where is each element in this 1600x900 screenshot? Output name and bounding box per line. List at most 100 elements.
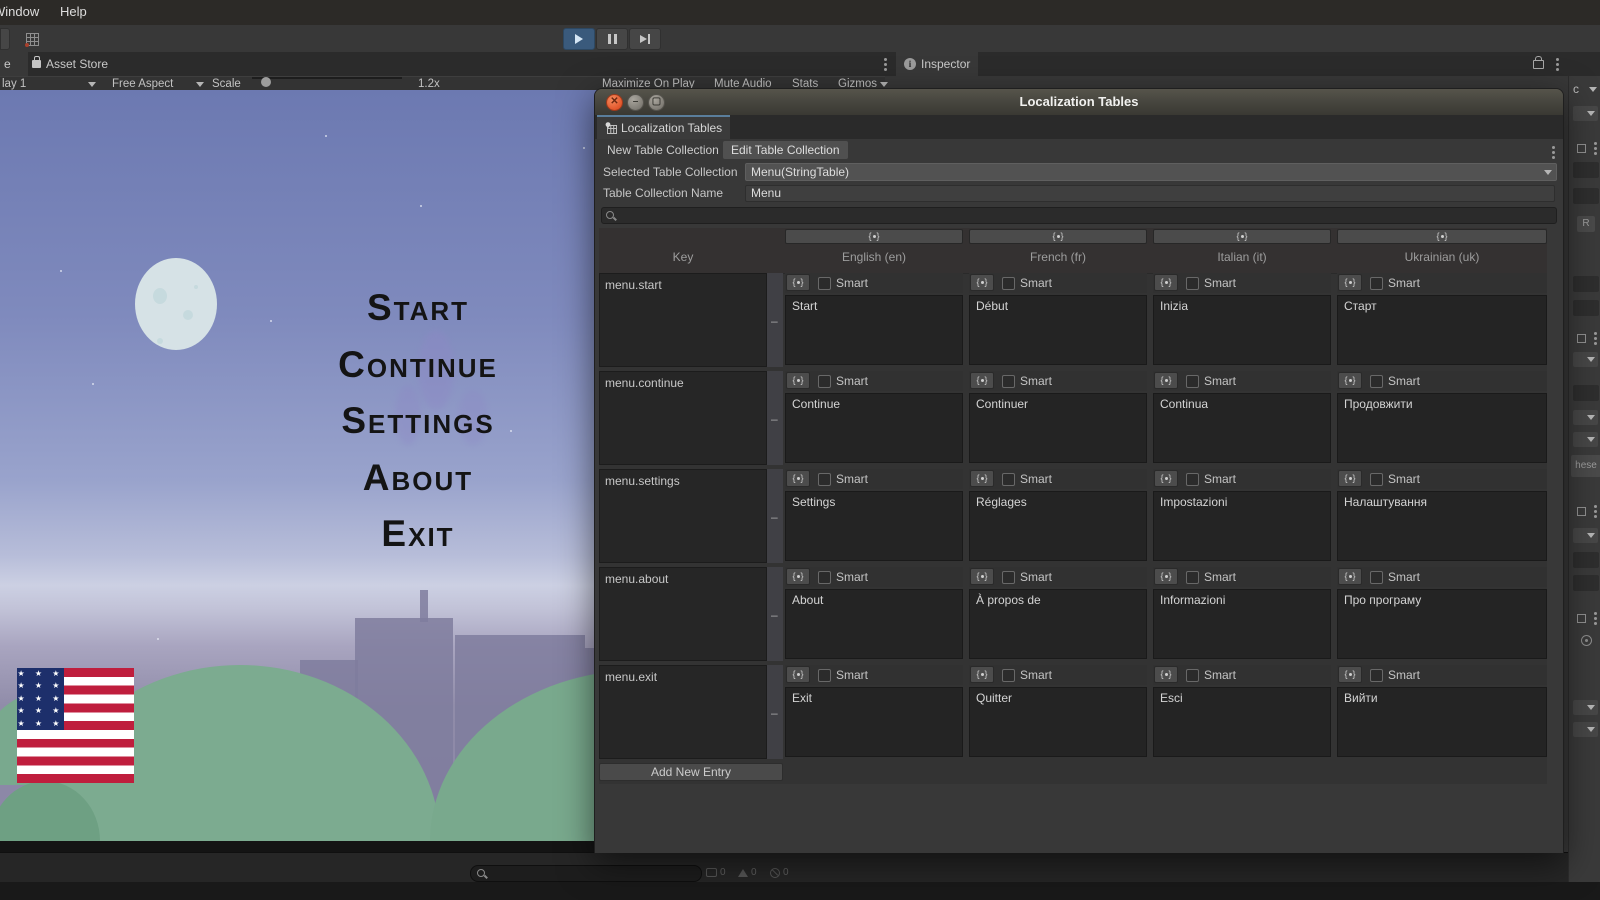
scale-slider-track[interactable] xyxy=(252,77,402,79)
inspector-header-icons[interactable] xyxy=(1577,142,1597,155)
inspector-dropdown[interactable] xyxy=(1573,528,1598,543)
translation-text-input[interactable]: Exit xyxy=(785,687,963,757)
translation-text-input[interactable]: À propos de xyxy=(969,589,1147,659)
translation-text-input[interactable]: Start xyxy=(785,295,963,365)
metadata-button[interactable]: {} xyxy=(1338,470,1362,487)
scale-slider-knob[interactable] xyxy=(261,77,271,87)
metadata-button[interactable]: {} xyxy=(786,372,810,389)
console-log-count[interactable]: 0 xyxy=(706,867,726,878)
inspector-header-icons[interactable] xyxy=(1577,332,1597,345)
smart-checkbox[interactable] xyxy=(1370,669,1383,682)
inspector-field[interactable] xyxy=(1573,276,1599,292)
locale-column-header[interactable]: Ukrainian (uk) xyxy=(1337,250,1547,264)
metadata-button[interactable]: {} xyxy=(970,666,994,683)
inspector-dropdown[interactable] xyxy=(1573,410,1598,425)
inspector-header-icons[interactable] xyxy=(1577,505,1597,518)
metadata-button[interactable]: {} xyxy=(1154,470,1178,487)
key-cell[interactable]: menu.exit xyxy=(599,665,767,759)
translation-text-input[interactable]: Inizia xyxy=(1153,295,1331,365)
add-new-entry-button[interactable]: Add New Entry xyxy=(599,763,783,781)
key-cell[interactable]: menu.about xyxy=(599,567,767,661)
inspector-field[interactable] xyxy=(1573,552,1599,568)
step-button[interactable] xyxy=(629,28,661,50)
metadata-button[interactable]: {} xyxy=(1338,274,1362,291)
inspector-dropdown[interactable] xyxy=(1573,700,1598,715)
selected-collection-dropdown[interactable]: Menu(StringTable) xyxy=(745,163,1557,181)
inspector-field[interactable] xyxy=(1573,575,1599,591)
locale-column-header[interactable]: Italian (it) xyxy=(1153,250,1331,264)
menu-window[interactable]: Window xyxy=(0,4,39,19)
game-menu-item[interactable]: Exit xyxy=(298,506,538,563)
smart-checkbox[interactable] xyxy=(1002,473,1015,486)
translation-text-input[interactable]: Continue xyxy=(785,393,963,463)
inspector-field[interactable] xyxy=(1573,385,1599,401)
game-menu-item[interactable]: Continue xyxy=(298,337,538,394)
metadata-button[interactable]: {} xyxy=(1338,568,1362,585)
key-cell[interactable]: menu.start xyxy=(599,273,767,367)
metadata-button[interactable]: {} xyxy=(1154,372,1178,389)
inspector-field[interactable] xyxy=(1573,300,1599,316)
metadata-button[interactable]: {} xyxy=(1154,568,1178,585)
metadata-button[interactable]: {} xyxy=(970,568,994,585)
inspector-header-icons[interactable] xyxy=(1577,612,1597,625)
smart-checkbox[interactable] xyxy=(818,375,831,388)
key-column-header[interactable]: Key xyxy=(599,250,767,264)
console-error-count[interactable]: 0 xyxy=(770,867,789,878)
metadata-button[interactable]: {} xyxy=(970,470,994,487)
locale-settings-button[interactable]: {} xyxy=(969,229,1147,244)
locale-settings-button[interactable]: {} xyxy=(1153,229,1331,244)
tool-fragment[interactable] xyxy=(0,28,10,50)
smart-checkbox[interactable] xyxy=(818,277,831,290)
key-cell[interactable]: menu.settings xyxy=(599,469,767,563)
remove-entry-button[interactable]: – xyxy=(767,273,783,367)
r-button[interactable]: R xyxy=(1577,216,1595,232)
translation-text-input[interactable]: Вийти xyxy=(1337,687,1547,757)
edit-table-collection-button[interactable]: Edit Table Collection xyxy=(723,141,848,159)
smart-checkbox[interactable] xyxy=(818,571,831,584)
tab-inspector[interactable]: Inspector xyxy=(896,52,978,76)
inspector-dropdown[interactable] xyxy=(1573,722,1598,737)
metadata-button[interactable]: {} xyxy=(786,568,810,585)
remove-entry-button[interactable]: – xyxy=(767,567,783,661)
smart-checkbox[interactable] xyxy=(1002,669,1015,682)
us-flag-graphic[interactable] xyxy=(17,668,134,783)
inspector-field[interactable] xyxy=(1573,162,1599,178)
locale-column-header[interactable]: French (fr) xyxy=(969,250,1147,264)
translation-text-input[interactable]: Quitter xyxy=(969,687,1147,757)
inspector-dropdown[interactable] xyxy=(1573,106,1598,121)
locale-settings-button[interactable]: {} xyxy=(1337,229,1547,244)
remove-entry-button[interactable]: – xyxy=(767,371,783,465)
grid-snap-tool-button[interactable] xyxy=(18,28,46,50)
metadata-button[interactable]: {} xyxy=(786,470,810,487)
translation-text-input[interactable]: Старт xyxy=(1337,295,1547,365)
metadata-button[interactable]: {} xyxy=(970,372,994,389)
display-dropdown[interactable]: lay 1 xyxy=(2,77,26,91)
table-search-input[interactable] xyxy=(601,207,1557,224)
inspector-field[interactable] xyxy=(1573,188,1599,204)
metadata-button[interactable]: {} xyxy=(1338,372,1362,389)
inspector-dropdown[interactable] xyxy=(1573,352,1598,367)
smart-checkbox[interactable] xyxy=(1186,277,1199,290)
translation-text-input[interactable]: Réglages xyxy=(969,491,1147,561)
translation-text-input[interactable]: Settings xyxy=(785,491,963,561)
console-warning-count[interactable]: 0 xyxy=(738,867,757,878)
smart-checkbox[interactable] xyxy=(1002,375,1015,388)
play-button[interactable] xyxy=(563,28,595,50)
menu-help[interactable]: Help xyxy=(60,4,87,19)
smart-checkbox[interactable] xyxy=(1002,277,1015,290)
translation-text-input[interactable]: Début xyxy=(969,295,1147,365)
metadata-button[interactable]: {} xyxy=(1338,666,1362,683)
metadata-button[interactable]: {} xyxy=(786,274,810,291)
hese-button[interactable]: hese xyxy=(1571,455,1600,477)
metadata-button[interactable]: {} xyxy=(970,274,994,291)
target-picker-icon[interactable] xyxy=(1581,635,1592,646)
smart-checkbox[interactable] xyxy=(818,669,831,682)
smart-checkbox[interactable] xyxy=(1370,277,1383,290)
translation-text-input[interactable]: Про програму xyxy=(1337,589,1547,659)
smart-checkbox[interactable] xyxy=(1002,571,1015,584)
game-menu-item[interactable]: Start xyxy=(298,280,538,337)
translation-text-input[interactable]: Informazioni xyxy=(1153,589,1331,659)
project-search-input[interactable] xyxy=(470,865,702,882)
translation-text-input[interactable]: Continua xyxy=(1153,393,1331,463)
inspector-lock-icon[interactable] xyxy=(1533,60,1544,69)
